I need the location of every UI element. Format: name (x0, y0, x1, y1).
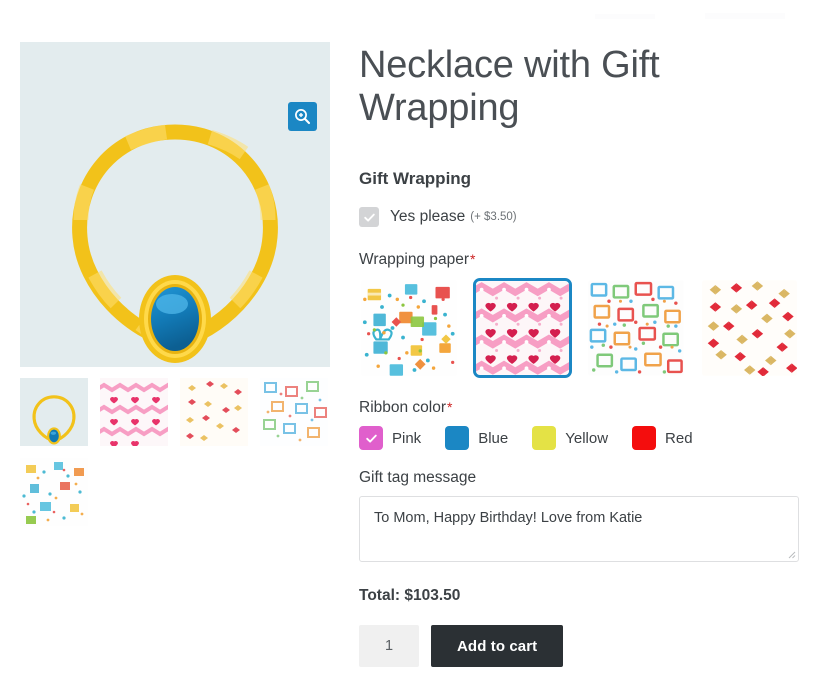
ribbon-option-pink[interactable]: Pink (359, 426, 422, 451)
necklace-illustration (72, 124, 278, 363)
gift-tag-message-wrapper (359, 496, 799, 563)
magnify-plus-icon (295, 109, 311, 125)
ribbon-option-blue[interactable]: Blue (445, 426, 509, 451)
ribbon-color-options: Pink Blue Yellow Red (359, 426, 799, 451)
colorful-gifts-swatch-icon (588, 280, 684, 376)
ribbon-option-red[interactable]: Red (632, 426, 693, 451)
thumbnail-confetti-gifts[interactable] (20, 458, 88, 526)
gift-wrapping-checkbox[interactable] (359, 207, 379, 228)
ribbon-swatch-pink[interactable] (359, 426, 383, 451)
ribbon-color-label: Ribbon color* (359, 399, 799, 417)
gold-bows-pattern-icon (180, 378, 248, 446)
ribbon-label-pink: Pink (392, 429, 422, 447)
gift-tag-message-input[interactable] (359, 496, 799, 563)
required-marker: * (470, 251, 476, 268)
page-title: Necklace with Gift Wrapping (359, 44, 660, 129)
ribbon-swatch-red[interactable] (632, 426, 657, 451)
confetti-gifts-swatch-icon (361, 280, 457, 376)
thumbnail-blue-gifts[interactable] (260, 378, 328, 446)
product-gallery (20, 42, 330, 526)
pink-hearts-pattern-icon (100, 378, 168, 446)
thumbnail-gold-bows[interactable] (180, 378, 248, 446)
purchase-controls: Add to cart (359, 625, 799, 668)
wrapping-paper-option-confetti-gifts[interactable] (359, 278, 459, 379)
zoom-image-button[interactable] (288, 102, 317, 131)
wrapping-paper-option-red-gold-bows[interactable] (699, 278, 800, 379)
necklace-thumb-icon (32, 395, 76, 445)
top-cutoff-strip-2 (705, 13, 785, 19)
required-marker: * (447, 399, 453, 416)
wrapping-paper-label-text: Wrapping paper (359, 251, 470, 269)
add-to-cart-button[interactable]: Add to cart (431, 625, 564, 668)
wrapping-paper-options (359, 278, 800, 379)
gift-tag-message-label: Gift tag message (359, 469, 477, 487)
wrapping-paper-option-colorful-gifts[interactable] (586, 278, 686, 379)
thumbnail-strip (20, 378, 330, 526)
thumbnail-necklace[interactable] (20, 378, 88, 446)
red-gold-bows-swatch-icon (701, 280, 798, 377)
ribbon-label-red: Red (665, 429, 693, 447)
gift-wrapping-checkbox-label: Yes please (390, 208, 466, 226)
ribbon-swatch-yellow[interactable] (532, 426, 557, 451)
confetti-gifts-pattern-icon (20, 458, 88, 526)
product-summary: Necklace with Gift Wrapping Gift Wrappin… (359, 44, 800, 668)
ribbon-color-label-text: Ribbon color (359, 399, 447, 417)
total-price: Total: $103.50 (359, 587, 461, 605)
product-page: Necklace with Gift Wrapping Gift Wrappin… (0, 0, 820, 681)
top-cutoff-strip-1 (595, 14, 655, 19)
thumbnail-pink-hearts[interactable] (100, 378, 168, 446)
ribbon-label-blue: Blue (478, 429, 509, 447)
gift-wrapping-heading: Gift Wrapping (359, 169, 472, 189)
pink-hearts-swatch-icon (475, 281, 570, 375)
wrapping-paper-label: Wrapping paper* (359, 251, 799, 269)
gift-wrapping-checkbox-row[interactable]: Yes please (+ $3.50) (359, 207, 799, 228)
wrapping-paper-option-pink-hearts[interactable] (472, 278, 573, 379)
ribbon-option-yellow[interactable]: Yellow (532, 426, 609, 451)
check-icon (365, 434, 377, 443)
blue-gifts-pattern-icon (260, 378, 328, 446)
main-product-image[interactable] (20, 42, 330, 367)
ribbon-swatch-blue[interactable] (445, 426, 470, 451)
quantity-input[interactable] (359, 625, 419, 668)
gift-wrapping-price-note: (+ $3.50) (470, 211, 517, 224)
ribbon-label-yellow: Yellow (565, 429, 609, 447)
check-icon (363, 213, 375, 222)
